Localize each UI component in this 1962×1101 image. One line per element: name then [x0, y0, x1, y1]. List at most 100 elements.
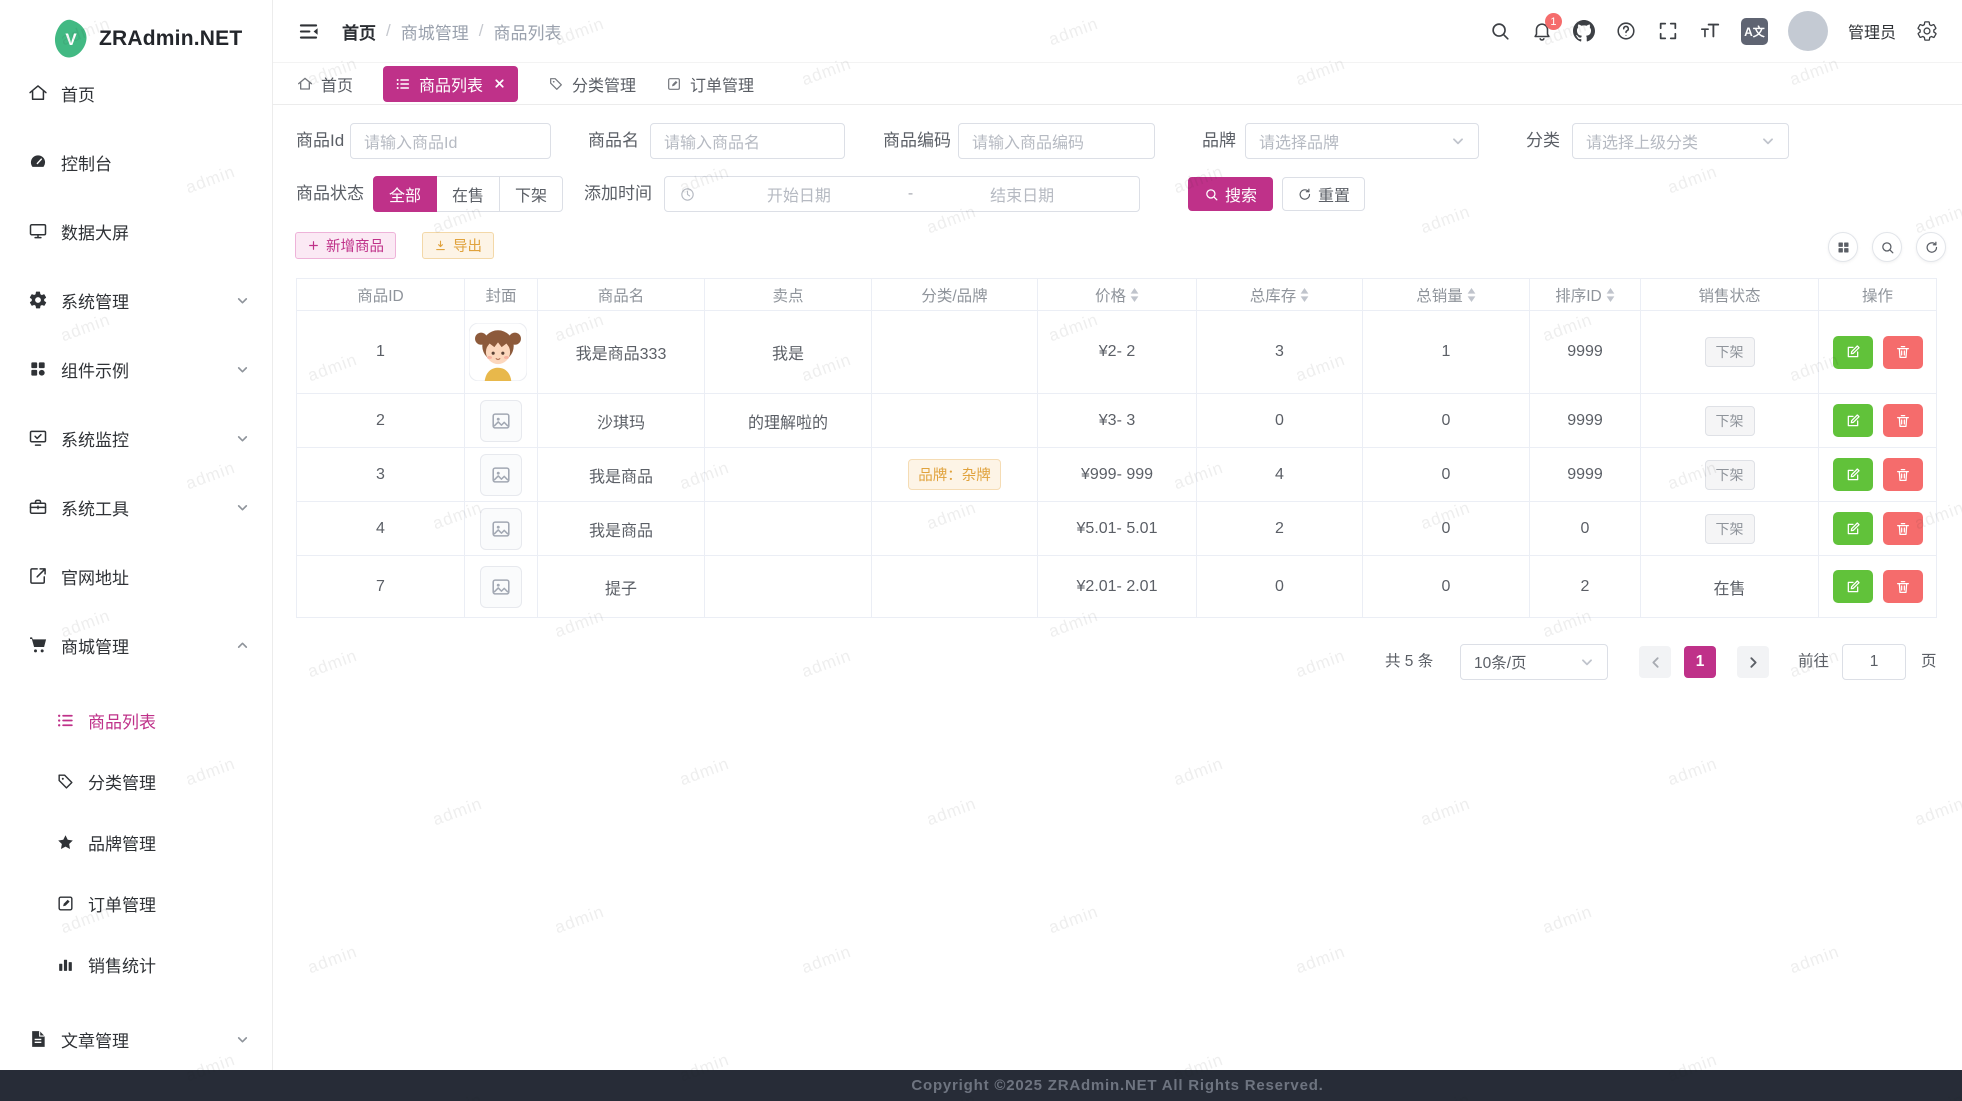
sidebar-item-sales-stats[interactable]: 销售统计: [0, 940, 272, 988]
col-price-sortable[interactable]: 价格: [1038, 279, 1197, 311]
screen-icon: [28, 221, 48, 241]
sidebar-item-brand-mgmt[interactable]: 品牌管理: [0, 818, 272, 866]
sidebar-item-website[interactable]: 官网地址: [0, 548, 272, 604]
col-actions: 操作: [1819, 279, 1937, 311]
search-button[interactable]: 搜索: [1188, 177, 1273, 211]
edit-icon: [1845, 521, 1861, 537]
sidebar-item-label: 商城管理: [61, 633, 129, 658]
brand-select[interactable]: 请选择品牌: [1245, 123, 1479, 159]
add-product-button[interactable]: 新增商品: [295, 232, 396, 259]
search-icon: [1204, 187, 1219, 202]
prev-page-button[interactable]: [1639, 646, 1671, 678]
delete-button[interactable]: [1883, 458, 1923, 491]
product-id-input[interactable]: 请输入商品Id: [350, 123, 551, 159]
chevron-down-icon: [236, 1033, 249, 1046]
collapse-sidebar-icon[interactable]: [297, 20, 320, 43]
font-size-icon[interactable]: [1699, 20, 1721, 42]
edit-button[interactable]: [1833, 570, 1873, 603]
refresh-icon: [1297, 187, 1312, 202]
cell-category-brand: [872, 394, 1038, 448]
logo-icon: V: [54, 19, 88, 59]
sidebar-item-home[interactable]: 首页: [0, 65, 272, 121]
search-icon: [1880, 240, 1895, 255]
sidebar-item-article-mgmt[interactable]: 文章管理: [0, 1011, 272, 1067]
end-date-placeholder[interactable]: 结束日期: [919, 182, 1125, 206]
tab-product-list[interactable]: 商品列表: [383, 66, 518, 102]
sidebar-item-order-mgmt[interactable]: 订单管理: [0, 879, 272, 927]
sort-carets-icon[interactable]: [1606, 288, 1615, 302]
search-icon[interactable]: [1489, 20, 1511, 42]
cell-sort-id: 2: [1530, 556, 1641, 618]
delete-button[interactable]: [1883, 336, 1923, 369]
col-stock-sortable[interactable]: 总库存: [1197, 279, 1363, 311]
edit-button[interactable]: [1833, 336, 1873, 369]
sort-carets-icon[interactable]: [1300, 288, 1309, 302]
breadcrumb-home[interactable]: 首页: [342, 19, 376, 44]
copyright-text: Copyright ©2025 ZRAdmin.NET All Rights R…: [911, 1077, 1323, 1094]
cell-price: ¥2.01- 2.01: [1038, 556, 1197, 618]
chevron-down-icon: [236, 363, 249, 376]
sidebar-item-components[interactable]: 组件示例: [0, 341, 272, 397]
fullscreen-icon[interactable]: [1657, 20, 1679, 42]
help-icon[interactable]: [1615, 20, 1637, 42]
date-range-picker[interactable]: 开始日期 - 结束日期: [664, 176, 1140, 212]
sidebar-item-product-list[interactable]: 商品列表: [0, 696, 272, 744]
breadcrumb-parent[interactable]: 商城管理: [401, 19, 469, 44]
next-page-button[interactable]: [1737, 646, 1769, 678]
page-size-select[interactable]: 10条/页: [1460, 644, 1608, 680]
cell-sales: 1: [1363, 311, 1530, 394]
sidebar-item-data-screen[interactable]: 数据大屏: [0, 203, 272, 259]
delete-button[interactable]: [1883, 512, 1923, 545]
avatar[interactable]: [1788, 11, 1828, 51]
export-button[interactable]: 导出: [422, 232, 494, 259]
status-option-off-shelf[interactable]: 下架: [499, 176, 563, 212]
sidebar-item-console[interactable]: 控制台: [0, 134, 272, 190]
product-name-input[interactable]: 请输入商品名: [650, 123, 845, 159]
tab-order-mgmt[interactable]: 订单管理: [666, 72, 754, 96]
notifications-button[interactable]: 1: [1531, 20, 1553, 42]
sidebar-item-label: 商品列表: [88, 708, 156, 733]
user-name[interactable]: 管理员: [1848, 19, 1896, 43]
toggle-search-button[interactable]: [1872, 232, 1902, 262]
status-option-all[interactable]: 全部: [373, 176, 437, 212]
reset-button[interactable]: 重置: [1282, 177, 1365, 211]
refresh-table-button[interactable]: [1916, 232, 1946, 262]
col-sort-id-sortable[interactable]: 排序ID: [1530, 279, 1641, 311]
image-placeholder-icon: [480, 454, 522, 496]
github-icon[interactable]: [1573, 20, 1595, 42]
cell-cover: [465, 502, 538, 556]
product-code-input[interactable]: 请输入商品编码: [958, 123, 1155, 159]
sidebar-item-system-monitor[interactable]: 系统监控: [0, 410, 272, 466]
sidebar-item-label: 系统工具: [61, 495, 129, 520]
delete-button[interactable]: [1883, 570, 1923, 603]
tab-home[interactable]: 首页: [297, 72, 353, 96]
settings-gear-icon[interactable]: [1916, 20, 1938, 42]
placeholder: 请选择上级分类: [1586, 129, 1698, 153]
edit-button[interactable]: [1833, 404, 1873, 437]
tab-category-mgmt[interactable]: 分类管理: [548, 72, 636, 96]
goto-page-input[interactable]: 1: [1842, 644, 1906, 680]
start-date-placeholder[interactable]: 开始日期: [696, 182, 902, 206]
search-button-label: 搜索: [1225, 182, 1257, 206]
sidebar-item-system-mgmt[interactable]: 系统管理: [0, 272, 272, 328]
sort-carets-icon[interactable]: [1467, 288, 1476, 302]
edit-button[interactable]: [1833, 512, 1873, 545]
category-select[interactable]: 请选择上级分类: [1572, 123, 1789, 159]
language-icon[interactable]: A文: [1741, 18, 1768, 45]
edit-button[interactable]: [1833, 458, 1873, 491]
sidebar-item-category-mgmt[interactable]: 分类管理: [0, 757, 272, 805]
sidebar-item-system-tools[interactable]: 系统工具: [0, 479, 272, 535]
close-icon[interactable]: [493, 77, 506, 90]
header-actions: 1 A文 管理员: [1489, 11, 1938, 51]
sidebar-item-mall-mgmt[interactable]: 商城管理: [0, 617, 272, 673]
col-sales-sortable[interactable]: 总销量: [1363, 279, 1530, 311]
status-badge: 下架: [1705, 514, 1755, 544]
page-number-button[interactable]: 1: [1684, 646, 1716, 678]
table-row: 7 提子 ¥2.01- 2.01 0 0 2 在售: [297, 556, 1937, 618]
column-settings-button[interactable]: [1828, 232, 1858, 262]
trash-icon: [1895, 521, 1911, 537]
delete-button[interactable]: [1883, 404, 1923, 437]
status-option-on-sale[interactable]: 在售: [436, 176, 500, 212]
clock-icon: [679, 186, 696, 203]
sort-carets-icon[interactable]: [1130, 288, 1139, 302]
